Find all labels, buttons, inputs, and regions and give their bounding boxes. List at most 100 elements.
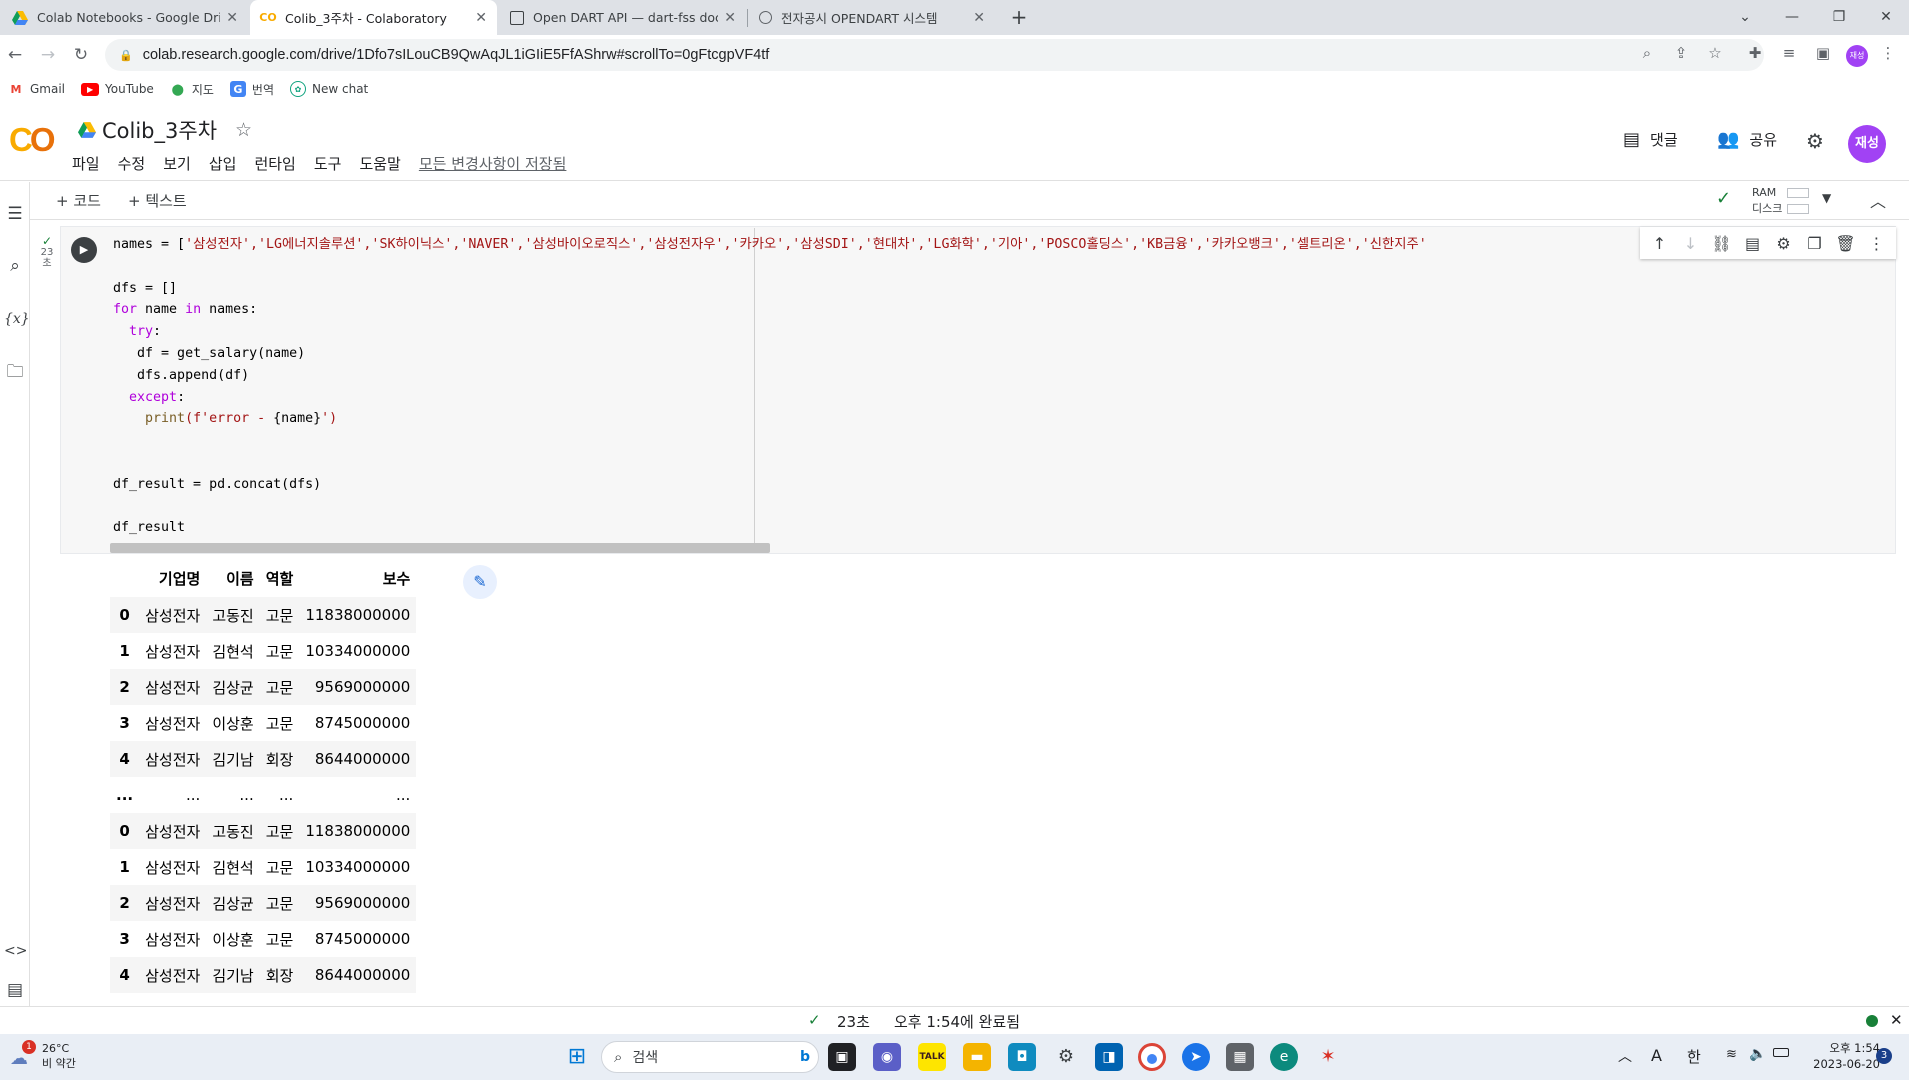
code-snippets-icon[interactable]: <> [4, 940, 27, 962]
browser-menu-icon[interactable]: ⋮ [1878, 43, 1898, 63]
comment-icon[interactable]: ▤ [1737, 234, 1768, 253]
more-icon[interactable]: ⋮ [1861, 234, 1892, 253]
minimize-button[interactable]: — [1769, 0, 1815, 33]
kakaotalk-icon[interactable]: TALK [918, 1043, 946, 1071]
calculator-icon[interactable]: ▦ [1226, 1043, 1254, 1071]
variables-icon[interactable]: {x} [4, 308, 30, 330]
forward-button[interactable]: → [36, 43, 60, 67]
close-icon[interactable]: ✕ [475, 10, 487, 26]
volume-icon[interactable]: 🔈 [1749, 1046, 1766, 1062]
taskbar-search[interactable]: ⌕ 검색 b [601, 1041, 819, 1073]
connected-check-icon: ✓ [1716, 188, 1732, 209]
tab-open-dart-api[interactable]: Open DART API — dart-fss doc ✕ [500, 0, 746, 35]
resource-monitor[interactable]: RAM 디스크 [1752, 185, 1782, 217]
chevron-up-icon[interactable]: ︿ [1618, 1046, 1632, 1066]
tab-colab-notebooks[interactable]: Colab Notebooks - Google Driv ✕ [2, 0, 248, 35]
side-panel-icon[interactable]: ▣ [1813, 43, 1833, 63]
restore-button[interactable]: ❐ [1816, 0, 1862, 33]
settings-gear-icon[interactable]: ⚙ [1052, 1043, 1080, 1071]
ms-store-icon[interactable]: ◨ [1095, 1043, 1123, 1071]
close-icon[interactable]: ✕ [226, 10, 238, 26]
mirror-cell-icon[interactable]: ❐ [1799, 234, 1830, 253]
files-folder-icon[interactable]: 🗀 [4, 361, 26, 383]
tab-search-button[interactable]: ⌄ [1722, 0, 1768, 33]
colab-logo[interactable]: CO [9, 121, 55, 159]
browser-profile-avatar[interactable]: 재성 [1846, 45, 1868, 67]
url-field[interactable]: 🔒 colab.research.google.com/drive/1Dfo7s… [105, 39, 1764, 71]
notebook-title[interactable]: Colib_3주차 [102, 115, 217, 145]
run-cell-button[interactable]: ▶ [71, 237, 97, 263]
share-page-icon[interactable]: ⇪ [1671, 43, 1691, 63]
delete-icon[interactable]: 🗑 [1830, 234, 1861, 253]
people-icon: 👥 [1717, 129, 1740, 150]
task-view-icon[interactable]: ▣ [828, 1043, 856, 1071]
code-editor[interactable]: names = ['삼성전자','LG에너지솔루션','SK하이닉스','NAV… [113, 234, 1633, 539]
clock[interactable]: 오후 1:54 2023-06-20 [1804, 1040, 1880, 1072]
check-icon: ✓ [808, 1011, 821, 1029]
chrome-icon[interactable] [1138, 1043, 1166, 1071]
reload-button[interactable]: ↻ [69, 43, 93, 67]
horizontal-scrollbar[interactable] [110, 543, 770, 553]
menu-view[interactable]: 보기 [163, 153, 191, 174]
edge-icon[interactable]: e [1270, 1043, 1298, 1071]
share-button[interactable]: 👥 공유 [1717, 129, 1777, 150]
bookmark-new-chat[interactable]: ✿ New chat [290, 81, 368, 97]
zoom-icon[interactable]: ⌕ [1637, 43, 1657, 63]
bookmark-star-icon[interactable]: ☆ [1705, 43, 1725, 63]
add-code-button[interactable]: + 코드 [56, 190, 101, 211]
fish-app-icon[interactable]: ✶ [1314, 1043, 1342, 1071]
account-avatar[interactable]: 재성 [1848, 125, 1886, 163]
media-control-icon[interactable]: ≡ [1779, 43, 1799, 63]
wifi-icon[interactable]: ≋ [1726, 1047, 1737, 1062]
bookmark-maps[interactable]: ⬤ 지도 [170, 81, 214, 98]
move-down-icon[interactable]: ↓ [1675, 234, 1706, 253]
collapse-header-icon[interactable]: ︿ [1870, 188, 1886, 212]
disk-usage-bar [1787, 204, 1809, 214]
magic-wand-icon[interactable]: ✎ [463, 565, 497, 599]
close-icon[interactable]: ✕ [1890, 1011, 1903, 1029]
file-explorer-icon[interactable]: ▬ [963, 1043, 991, 1071]
navigation-app-icon[interactable]: ➤ [1182, 1043, 1210, 1071]
teams-chat-icon[interactable]: ◉ [873, 1043, 901, 1071]
tab-opendart[interactable]: 전자공시 OPENDART 시스템 ✕ [749, 0, 995, 35]
close-icon[interactable]: ✕ [724, 10, 736, 26]
bookmark-gmail[interactable]: M Gmail [8, 81, 66, 97]
store-app-icon[interactable]: ◘ [1008, 1043, 1036, 1071]
gear-icon[interactable]: ⚙ [1768, 234, 1799, 253]
move-up-icon[interactable]: ↑ [1644, 234, 1675, 253]
tab-colib-colaboratory[interactable]: CO Colib_3주차 - Colaboratory ✕ [250, 0, 497, 35]
bookmark-translate[interactable]: G 번역 [229, 81, 274, 98]
close-window-button[interactable]: ✕ [1863, 0, 1909, 33]
saved-status[interactable]: 모든 변경사항이 저장됨 [419, 153, 567, 174]
table-of-contents-icon[interactable]: ☰ [4, 203, 26, 225]
weather-widget[interactable]: ☁ 1 [10, 1040, 36, 1069]
bookmark-youtube[interactable]: ▶ YouTube [81, 82, 154, 96]
menu-insert[interactable]: 삽입 [209, 153, 237, 174]
battery-icon[interactable] [1773, 1048, 1789, 1057]
menu-tools[interactable]: 도구 [314, 153, 342, 174]
menu-edit[interactable]: 수정 [118, 153, 146, 174]
menu-file[interactable]: 파일 [72, 153, 100, 174]
table-row: 4 삼성전자 김기남 회장 8644000000 [110, 957, 417, 993]
ime-mode-a[interactable]: A [1651, 1046, 1662, 1065]
star-icon[interactable]: ☆ [235, 119, 252, 141]
extensions-icon[interactable]: ✚ [1745, 43, 1765, 63]
notification-badge[interactable]: 3 [1876, 1048, 1892, 1064]
windows-start-icon[interactable]: ⊞ [563, 1043, 591, 1071]
link-icon[interactable]: ⛓ [1706, 234, 1737, 253]
new-tab-button[interactable]: + [1008, 6, 1030, 28]
back-button[interactable]: ← [3, 43, 27, 67]
ime-mode-korean[interactable]: 한 [1687, 1046, 1701, 1067]
run-duration[interactable]: 23초 [837, 1011, 870, 1032]
chevron-down-icon[interactable]: ▼ [1822, 191, 1831, 205]
settings-gear-icon[interactable]: ⚙ [1806, 129, 1824, 153]
menu-help[interactable]: 도움말 [359, 153, 400, 174]
comment-button[interactable]: ▤ 댓글 [1623, 129, 1678, 150]
menu-runtime[interactable]: 런타임 [254, 153, 295, 174]
close-icon[interactable]: ✕ [973, 10, 985, 26]
search-icon[interactable]: ⌕ [4, 255, 26, 277]
completion-time[interactable]: 오후 1:54에 완료됨 [894, 1011, 1020, 1032]
status-bar: ✓ 23초 오후 1:54에 완료됨 ✕ [0, 1006, 1909, 1034]
command-palette-icon[interactable]: ▤ [4, 979, 26, 1001]
add-text-button[interactable]: + 텍스트 [128, 190, 187, 211]
